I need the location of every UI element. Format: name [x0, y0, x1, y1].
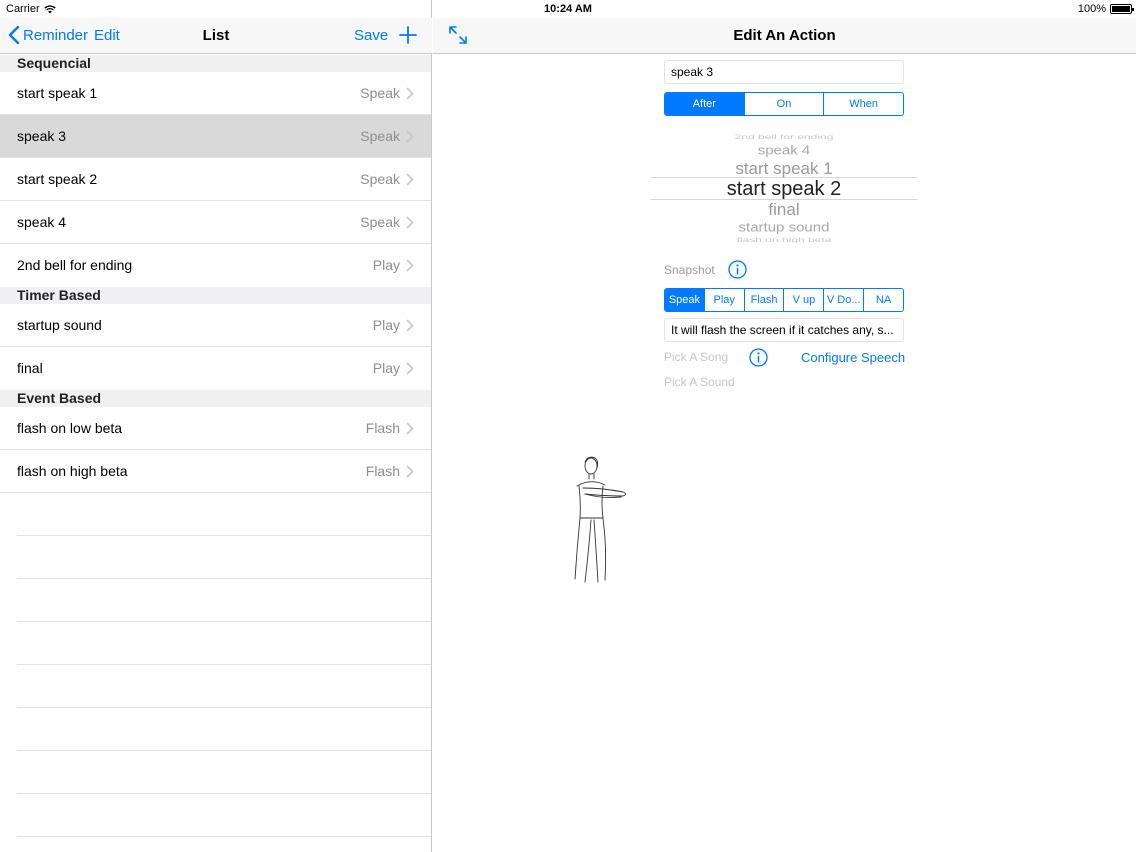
list-item-type: Speak: [360, 85, 400, 101]
list-item[interactable]: startup sound Play: [0, 304, 431, 347]
picker-selected-item[interactable]: start speak 2: [651, 178, 917, 201]
action-option-speak[interactable]: Speak: [665, 289, 704, 311]
chevron-right-icon: [406, 173, 414, 186]
action-option-play[interactable]: Play: [703, 289, 744, 311]
chevron-right-icon: [406, 422, 414, 435]
plus-icon[interactable]: [398, 24, 418, 46]
list-item-type: Play: [372, 257, 400, 273]
reminder-list-panel: Reminder Edit List Save Sequencial start …: [0, 0, 432, 852]
chevron-right-icon: [406, 87, 414, 100]
list-item-name: final: [17, 360, 43, 376]
list-item[interactable]: flash on high beta Flash: [0, 450, 431, 493]
list-item[interactable]: flash on low beta Flash: [0, 407, 431, 450]
chevron-right-icon: [406, 130, 414, 143]
standing-figure-illustration: [574, 456, 626, 583]
save-button[interactable]: Save: [354, 27, 388, 44]
list-item-name: speak 4: [17, 214, 67, 230]
picker-item[interactable]: start speak 1: [651, 159, 917, 179]
list-item[interactable]: speak 4 Speak: [0, 201, 431, 244]
list-item-name: 2nd bell for ending: [17, 257, 133, 273]
timing-option-on[interactable]: On: [743, 93, 824, 115]
list-item[interactable]: start speak 2 Speak: [0, 158, 431, 201]
list-item-name: flash on high beta: [17, 463, 128, 479]
list-item-name: speak 3: [17, 128, 67, 144]
chevron-right-icon: [406, 259, 414, 272]
list-item-name: start speak 1: [17, 85, 98, 101]
picker-item[interactable]: final: [651, 200, 917, 220]
list-item-type: Speak: [360, 128, 400, 144]
chevron-right-icon: [406, 216, 414, 229]
empty-row: [17, 665, 431, 708]
info-icon[interactable]: [728, 260, 747, 279]
chevron-right-icon: [406, 465, 414, 478]
section-header-timer-based: Timer Based: [0, 287, 431, 304]
action-option-v-do[interactable]: V Do...: [823, 289, 863, 311]
list-item-type: Flash: [365, 420, 400, 436]
action-list: Sequencial start speak 1 Speak speak 3 Speak…: [0, 55, 431, 837]
list-item-type: Flash: [365, 463, 400, 479]
configure-speech-button[interactable]: Configure Speech: [801, 350, 905, 365]
picker-item[interactable]: 2nd bell for ending: [651, 133, 917, 141]
edit-action-panel: Edit An Action speak 3 After On When 2nd b…: [433, 0, 1136, 852]
list-item[interactable]: start speak 1 Speak: [0, 72, 431, 115]
picker-item[interactable]: speak 4: [651, 143, 917, 157]
chevron-right-icon: [406, 319, 414, 332]
right-navigation-bar: Edit An Action: [433, 18, 1136, 54]
picker-item[interactable]: startup sound: [651, 220, 917, 234]
pick-song-button[interactable]: Pick A Song: [664, 350, 728, 364]
list-item-name: startup sound: [17, 317, 102, 333]
empty-row: [17, 579, 431, 622]
picker-item[interactable]: flash on high beta: [651, 236, 917, 243]
pick-sound-button[interactable]: Pick A Sound: [664, 375, 735, 389]
left-navigation-bar: Reminder Edit List Save: [0, 18, 432, 54]
empty-row: [17, 493, 431, 536]
empty-row: [17, 708, 431, 751]
list-item[interactable]: final Play: [0, 347, 431, 390]
empty-row: [17, 751, 431, 794]
info-icon[interactable]: [749, 348, 768, 367]
edit-action-title: Edit An Action: [733, 27, 836, 44]
action-description-field[interactable]: It will flash the screen if it catches a…: [664, 318, 904, 342]
empty-row: [17, 794, 431, 837]
list-item[interactable]: 2nd bell for ending Play: [0, 244, 431, 287]
action-form: speak 3 After On When: [664, 60, 904, 116]
action-picker-wheel[interactable]: 2nd bell for ending speak 4 start speak 1s…: [651, 130, 917, 243]
empty-row: [17, 622, 431, 665]
action-option-v-up[interactable]: V up: [783, 289, 823, 311]
list-item-name: flash on low beta: [17, 420, 123, 436]
section-header-event-based: Event Based: [0, 390, 431, 407]
action-option-na[interactable]: NA: [863, 289, 903, 311]
list-item-name: start speak 2: [17, 171, 98, 187]
list-item[interactable]: speak 3 Speak: [0, 115, 431, 158]
timing-option-when[interactable]: When: [823, 93, 903, 115]
chevron-right-icon: [406, 362, 414, 375]
snapshot-row: Snapshot: [664, 260, 747, 279]
action-type-segmented-control: Speak Play Flash V up V Do... NA: [664, 288, 904, 312]
list-item-type: Speak: [360, 171, 400, 187]
list-item-type: Play: [372, 360, 400, 376]
section-header-sequencial: Sequencial: [0, 55, 431, 72]
timing-option-after[interactable]: After: [665, 93, 744, 115]
action-name-field[interactable]: speak 3: [664, 60, 904, 84]
snapshot-label: Snapshot: [664, 262, 715, 277]
timing-segmented-control: After On When: [664, 92, 904, 116]
empty-row: [17, 536, 431, 579]
list-item-type: Speak: [360, 214, 400, 230]
action-option-flash[interactable]: Flash: [743, 289, 784, 311]
list-item-type: Play: [372, 317, 400, 333]
